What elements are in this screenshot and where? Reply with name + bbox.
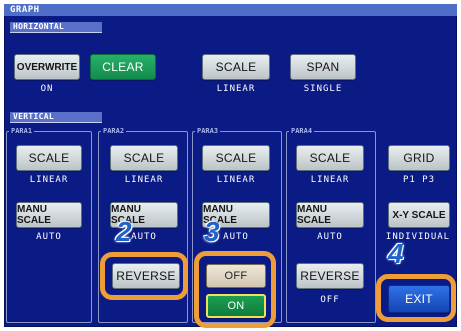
- title-bar: GRAPH: [4, 4, 457, 16]
- step2-number: 2: [116, 216, 132, 247]
- para1-scale-value: LINEAR: [29, 175, 69, 185]
- para4-label: PARA4: [289, 126, 315, 136]
- para1-label: PARA1: [9, 126, 35, 136]
- grid-button[interactable]: GRID: [388, 145, 450, 171]
- clear-button[interactable]: CLEAR: [90, 54, 156, 80]
- horizontal-section-label: HORIZONTAL: [13, 22, 65, 31]
- xy-scale-button[interactable]: X-Y SCALE: [388, 202, 450, 228]
- step4-number: 4: [388, 238, 404, 269]
- para2-scale-value: LINEAR: [124, 175, 164, 185]
- span-value: SINGLE: [303, 84, 343, 94]
- para4-scale-button[interactable]: SCALE: [296, 145, 364, 171]
- vertical-section-label: VERTICAL: [13, 112, 54, 121]
- para1-manu-scale-button[interactable]: MANU SCALE: [16, 202, 82, 228]
- para2-scale-button[interactable]: SCALE: [110, 145, 178, 171]
- grid-value: P1 P3: [402, 175, 436, 185]
- horizontal-scale-value: LINEAR: [216, 84, 256, 94]
- para4-manu-scale-button[interactable]: MANU SCALE: [296, 202, 364, 228]
- para1-manu-scale-value: AUTO: [36, 232, 62, 242]
- span-button[interactable]: SPAN: [290, 54, 356, 80]
- para3-scale-button[interactable]: SCALE: [202, 145, 270, 171]
- screen-title: GRAPH: [10, 5, 40, 15]
- para4-scale-value: LINEAR: [310, 175, 350, 185]
- para3-label: PARA3: [195, 126, 221, 136]
- para2-label: PARA2: [101, 126, 127, 136]
- step4-highlight-ring: [376, 274, 456, 322]
- para3-scale-value: LINEAR: [216, 175, 256, 185]
- vertical-section-header: VERTICAL: [10, 112, 102, 123]
- step3-highlight-ring: [194, 251, 276, 328]
- overwrite-button[interactable]: OVERWRITE: [14, 54, 80, 80]
- horizontal-section-header: HORIZONTAL: [10, 22, 102, 33]
- overwrite-value: ON: [40, 84, 54, 94]
- step2-highlight-ring: [100, 252, 188, 300]
- step3-number: 3: [204, 216, 220, 247]
- reverse-para4-value: OFF: [320, 295, 340, 305]
- para1-scale-button[interactable]: SCALE: [16, 145, 82, 171]
- horizontal-scale-button[interactable]: SCALE: [202, 54, 270, 80]
- reverse-button-para4[interactable]: REVERSE: [296, 263, 364, 289]
- para4-manu-scale-value: AUTO: [317, 232, 343, 242]
